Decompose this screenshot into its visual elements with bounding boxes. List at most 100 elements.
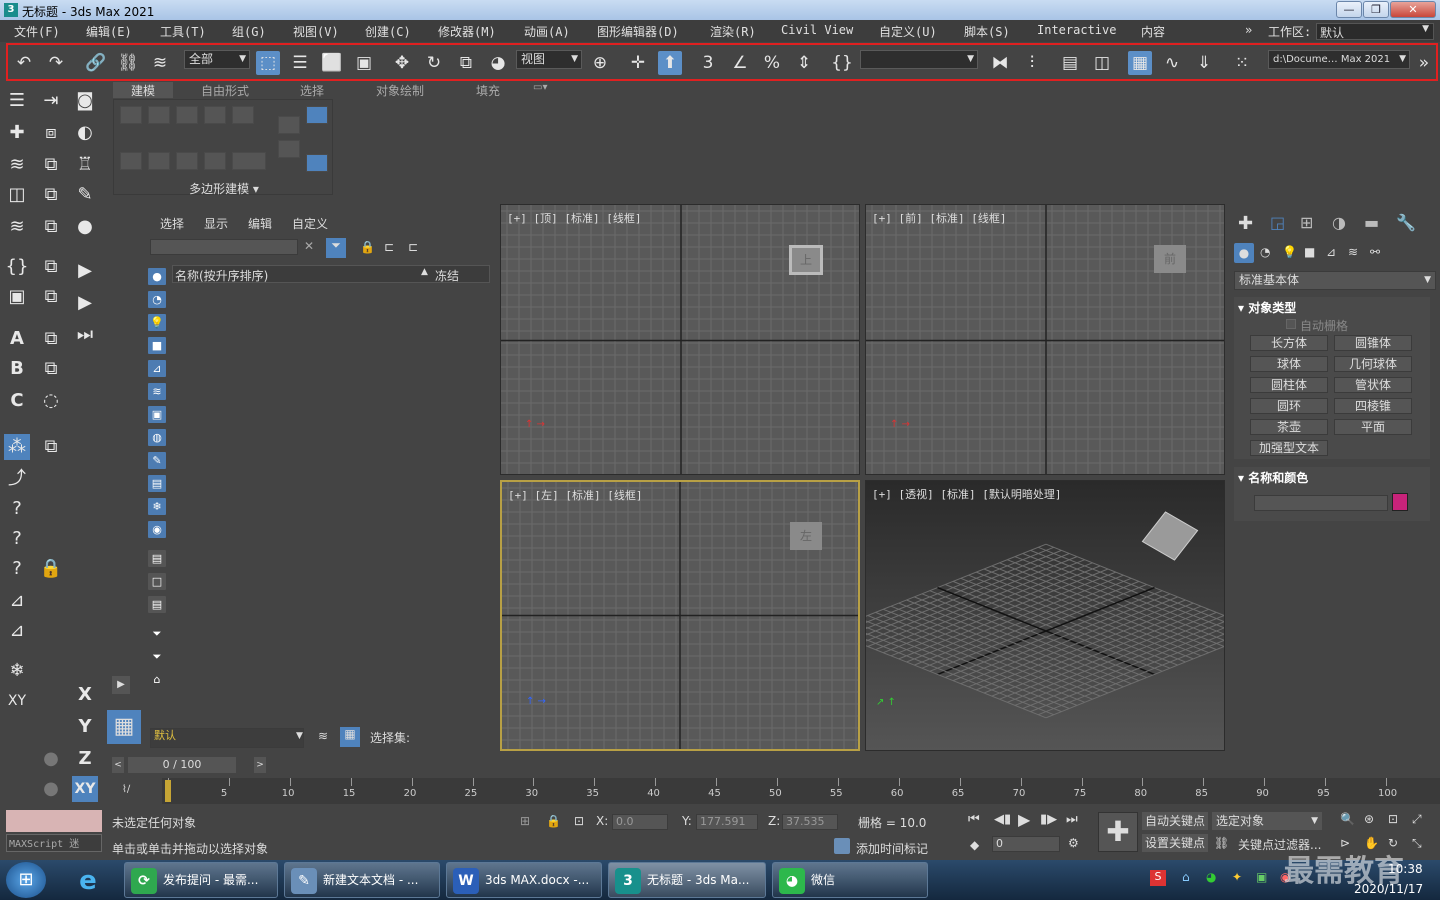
ribbon-element-icon[interactable] [232,106,254,124]
current-frame-input[interactable]: 0 [992,836,1060,852]
display-frozen-icon[interactable]: ❄ [148,498,166,515]
column-frozen[interactable]: 冻结 [435,267,459,284]
menu-view[interactable]: 视图(V) [293,23,339,40]
rectangular-selection-icon[interactable]: ⬜ [320,51,344,75]
time-slider[interactable]: 0 / 100 [128,757,236,773]
viewcube-left[interactable]: 左 [790,522,822,550]
unlink-icon[interactable]: ⛓ [116,51,140,75]
auto-key-button[interactable]: 自动关键点 [1142,812,1208,830]
layer-add-icon[interactable]: ⧈ [38,120,64,146]
set-key-mode-button[interactable]: 设置关键点 [1142,834,1208,852]
spacewarps-icon[interactable]: ≋ [1348,245,1358,259]
viewport-perspective-label[interactable]: [+] [透视] [标准] [默认明暗处理] [872,486,1061,502]
display-shapes-icon[interactable]: ◔ [148,291,166,308]
grid-snap-icon[interactable]: ⁂ [4,434,30,460]
edit-named-selection-icon[interactable]: {} [830,51,854,75]
close-button[interactable]: ✕ [1390,1,1436,18]
cameras-icon[interactable]: ■ [1304,245,1315,259]
link-icon[interactable]: 🔗 [84,51,108,75]
viewport-front-label[interactable]: [+] [前] [标准] [线框] [872,210,1006,226]
tab-freeform[interactable]: 自由形式 [201,82,249,99]
layer-icon-5[interactable]: ⧉ [38,254,64,280]
x-input[interactable]: 0.0 [612,814,668,830]
viewcube-front[interactable]: 前 [1154,245,1186,273]
play-icon[interactable]: ▶ [112,676,130,694]
snap-icon-3[interactable]: ? [4,526,30,552]
hierarchy-tab-icon[interactable]: ⊞ [1300,213,1313,232]
stack-icon[interactable]: ≋ [4,152,30,178]
ribbon-modify5-icon[interactable] [232,152,266,170]
viewport-top-label[interactable]: [+] [顶] [标准] [线框] [507,210,641,226]
hierarchy-icon-2[interactable]: ⊏ [408,240,418,254]
play-forward-icon[interactable]: ▶ [72,258,98,284]
material-editor-icon[interactable]: ⁙ [1230,51,1254,75]
scene-menu-customize[interactable]: 自定义 [292,215,328,232]
tab-object-paint[interactable]: 对象绘制 [376,82,424,99]
paint-icon[interactable]: ● [72,214,98,240]
menu-content[interactable]: 内容 [1141,23,1165,40]
sphere-button[interactable]: 球体 [1250,356,1328,372]
selection-filter-dropdown[interactable]: 全部 ▼ [184,50,250,69]
object-name-input[interactable] [1254,495,1388,511]
menu-group[interactable]: 组(G) [232,23,266,40]
display-xrefs-icon[interactable]: ◍ [148,429,166,446]
start-button[interactable]: ⊞ [6,862,46,898]
display-helpers-icon[interactable]: ⊿ [148,360,166,377]
timeline-next-icon[interactable]: > [254,757,266,773]
filter-icon[interactable]: ⏷ [326,238,346,258]
geosphere-button[interactable]: 几何球体 [1334,356,1412,372]
utilities-tab-icon[interactable]: 🔧 [1396,213,1416,232]
curve-editor-icon[interactable]: ∿ [1160,51,1184,75]
dot-icon-1[interactable]: ● [38,746,64,772]
ribbon-stack-icon[interactable] [278,116,300,134]
task-browser[interactable]: ⟳ 发布提问 - 最需... [124,862,278,898]
ribbon-modify2-icon[interactable] [148,152,170,170]
hierarchy-icon[interactable]: ⊏ [384,240,394,254]
time-tag-icon[interactable] [834,838,850,854]
toggle-ribbon-icon[interactable]: ▦ [1128,51,1152,75]
scene-menu-display[interactable]: 显示 [204,215,228,232]
teapot-icon[interactable]: ◐ [72,120,98,146]
window-crossing-icon[interactable]: ▣ [352,51,376,75]
ribbon-border-icon[interactable] [176,106,198,124]
create-tab-icon[interactable]: ✚ [1238,213,1253,234]
tray-icon-4[interactable]: ▣ [1256,870,1267,884]
brace-icon[interactable]: {} [4,254,30,280]
display-cameras-icon[interactable]: ■ [148,337,166,354]
toggle-layer-explorer-icon[interactable]: ◫ [1090,51,1114,75]
import-icon[interactable]: ⇥ [38,88,64,114]
percent-snap-icon[interactable]: % [760,51,784,75]
minimize-button[interactable]: — [1336,1,1362,18]
menu-rendering[interactable]: 渲染(R) [710,23,756,40]
maximize-button[interactable]: ❐ [1363,1,1389,18]
next-frame-icon[interactable]: ▮▶ [1040,812,1057,827]
menu-interactive[interactable]: Interactive [1037,23,1116,37]
display-geometry-icon[interactable]: ● [148,268,166,285]
vertex-snap-icon[interactable]: ⊿ [4,588,30,614]
pivot-center-icon[interactable]: ⊕ [588,51,612,75]
select-by-name-icon[interactable]: ☰ [288,51,312,75]
maxscript-input[interactable]: MAXScript 迷 [6,834,102,852]
create-layer-icon[interactable]: ✚ [4,120,30,146]
teapot-button[interactable]: 茶壶 [1250,419,1328,435]
snowflake-icon[interactable]: ❄ [4,658,30,684]
ribbon-options-icon[interactable]: ▭▾ [533,82,547,93]
workspace-dropdown[interactable]: 默认 ▼ [1316,23,1434,40]
ribbon-stack2-icon[interactable] [278,140,300,158]
zoom-extents-all-icon[interactable]: ⤢ [1412,812,1422,827]
scene-menu-select[interactable]: 选择 [160,215,184,232]
keyboard-shortcut-override-icon[interactable]: ⬆ [658,51,682,75]
scene-menu-edit[interactable]: 编辑 [248,215,272,232]
viewport-top[interactable]: [+] [顶] [标准] [线框] 上 ↑ → [500,204,860,475]
menu-create[interactable]: 创建(C) [365,23,411,40]
scene-search-input[interactable] [150,239,298,255]
snap-icon-2[interactable]: ? [4,496,30,522]
layer-icon-3[interactable]: ⧉ [38,182,64,208]
axis-y-icon[interactable]: Y [72,714,98,740]
autogrid-checkbox[interactable] [1286,319,1296,329]
shapes-icon[interactable]: ◔ [1260,245,1270,259]
layer-icon-6[interactable]: ⧉ [38,284,64,310]
lock-icon[interactable]: 🔒 [360,240,375,254]
display-bones-icon[interactable]: ✎ [148,452,166,469]
ribbon-vertex-icon[interactable] [120,106,142,124]
